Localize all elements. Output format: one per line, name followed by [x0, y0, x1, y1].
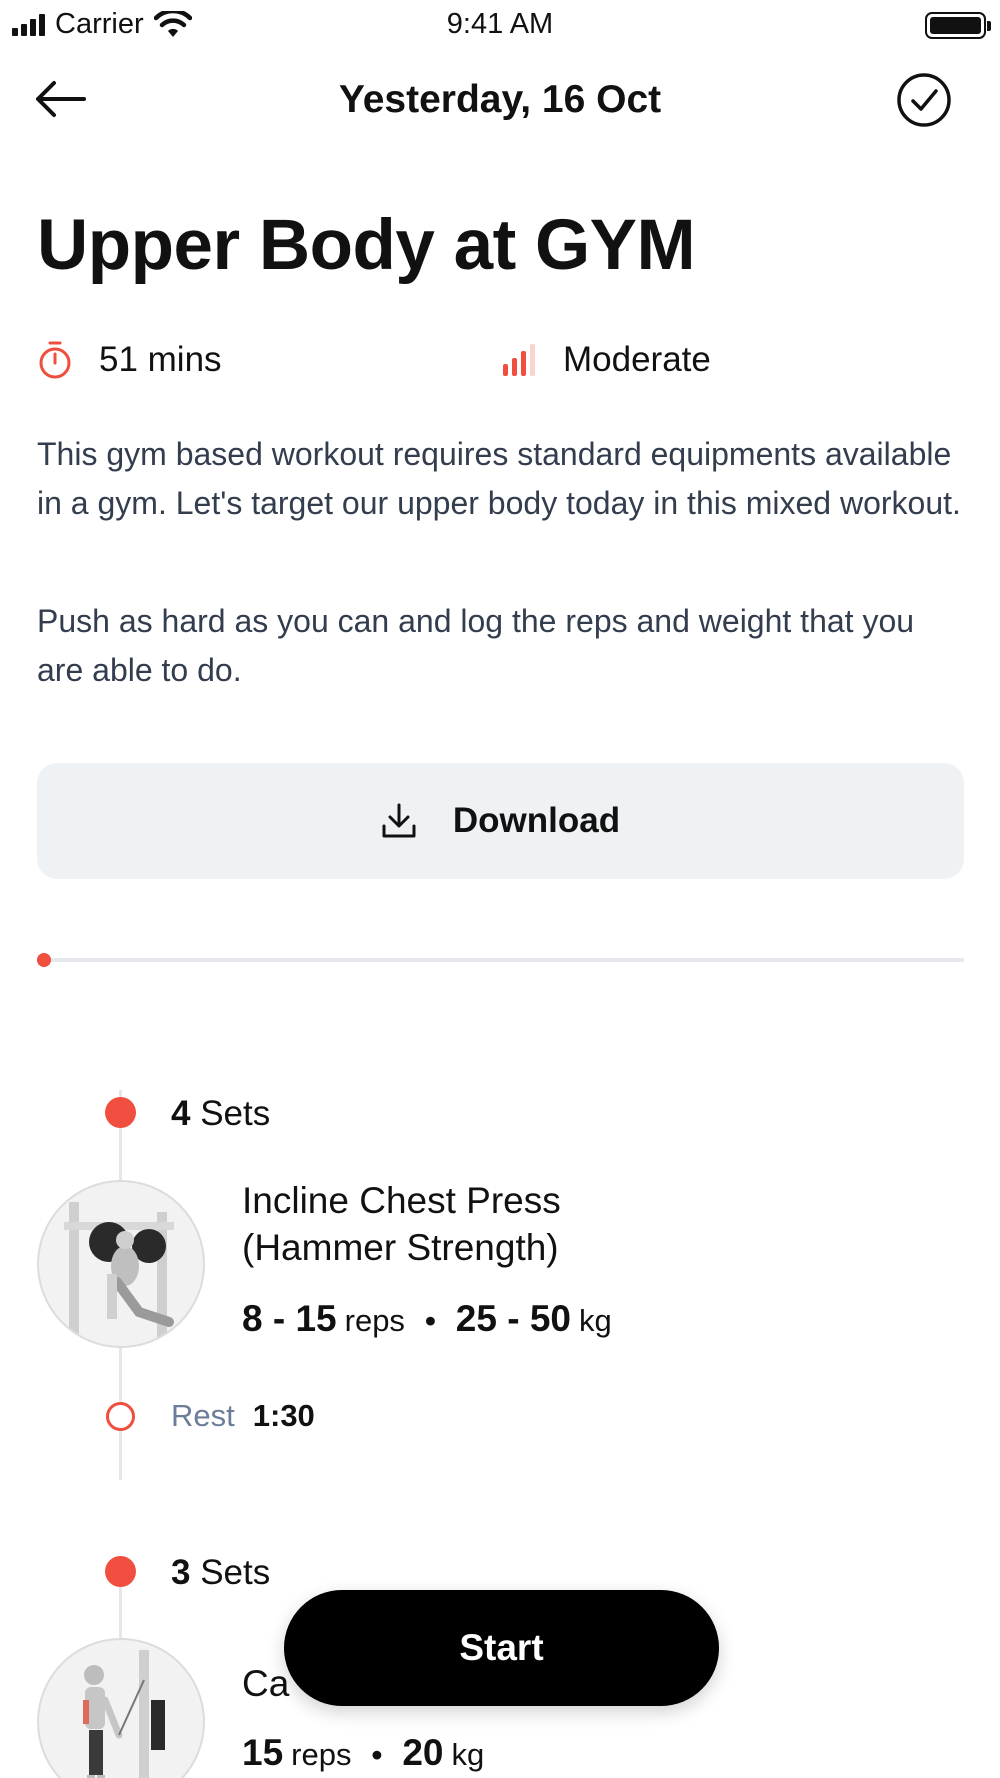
- nav-bar: Yesterday, 16 Oct: [0, 60, 1000, 140]
- machine-press-illustration: [64, 1202, 174, 1337]
- progress-track: [37, 958, 964, 962]
- start-workout-button[interactable]: Start: [284, 1590, 719, 1706]
- stopwatch-icon: [39, 341, 71, 379]
- duration-info: 51 mins: [37, 340, 222, 380]
- status-bar: Carrier 9:41 AM: [0, 0, 1000, 50]
- sets-label: 3 Sets: [171, 1553, 271, 1592]
- workout-description: This gym based workout requires standard…: [37, 436, 961, 521]
- nav-title: Yesterday, 16 Oct: [338, 78, 662, 121]
- battery-icon: [925, 12, 991, 39]
- level-text: Moderate: [563, 340, 711, 379]
- exercise-targets: 8 - 15 reps • 25 - 50 kg: [242, 1298, 612, 1339]
- download-icon: [382, 803, 416, 838]
- rest-marker: [106, 1402, 135, 1431]
- status-time: 9:41 AM: [446, 8, 554, 40]
- exercise-name[interactable]: Incline Chest Press (Hammer Strength): [242, 1177, 712, 1271]
- workout-meta: 51 mins Moderate: [37, 340, 967, 390]
- check-circle-icon: [897, 73, 951, 127]
- complete-button[interactable]: [896, 72, 952, 128]
- start-label: Start: [459, 1627, 544, 1668]
- exercise-targets: 15 reps • 20 kg: [242, 1732, 485, 1773]
- exercise-thumbnail[interactable]: [37, 1638, 205, 1778]
- progress-indicator: [37, 953, 51, 967]
- set-marker: [105, 1556, 136, 1587]
- cable-exercise-illustration: [83, 1650, 165, 1778]
- workout-progress-bar: [37, 950, 964, 970]
- rest-interval: Rest 1:30: [171, 1398, 315, 1433]
- duration-text: 51 mins: [99, 340, 222, 379]
- workout-detail-screen: Carrier 9:41 AM Yesterday, 16 Oct Upper …: [0, 0, 1000, 1778]
- workout-instructions: Push as hard as you can and log the reps…: [37, 603, 915, 688]
- signal-bars-icon: [503, 344, 535, 376]
- download-button[interactable]: Download: [37, 763, 964, 879]
- exercise-thumbnail[interactable]: [37, 1180, 205, 1348]
- sets-label: 4 Sets: [171, 1094, 271, 1133]
- workout-title: Upper Body at GYM: [37, 206, 696, 285]
- set-marker: [105, 1097, 136, 1128]
- level-info: Moderate: [501, 340, 711, 380]
- download-label: Download: [452, 801, 621, 840]
